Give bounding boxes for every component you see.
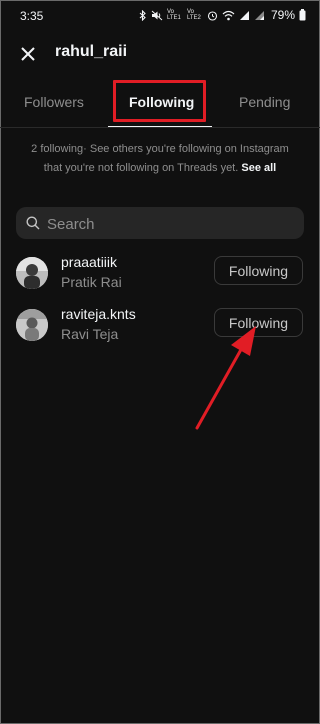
full-name: Pratik Rai [61,274,122,290]
status-icons: Vo LTE1 Vo LTE2 79% [139,8,306,22]
avatar-image [16,309,48,341]
bluetooth-icon [139,9,146,21]
annotation-highlight-box [113,80,206,122]
tab-pending[interactable]: Pending [239,94,290,110]
avatar-image [16,257,48,289]
header: rahul_raii [0,40,320,68]
lte1-indicator: Vo LTE1 [166,9,181,21]
following-button[interactable]: Following [214,308,303,337]
list-item[interactable]: raviteja.knts Ravi Teja Following [0,304,320,352]
search-icon [26,216,40,230]
following-info: 2 following· See others you're following… [30,140,290,178]
battery-icon [299,9,306,21]
battery-percent: 79% [270,8,295,22]
mute-icon [151,10,163,20]
wifi-icon [222,10,235,20]
see-all-link[interactable]: See all [241,162,276,174]
avatar[interactable] [16,257,48,289]
search-bar [16,207,304,241]
search-input[interactable] [45,207,289,241]
following-button[interactable]: Following [214,256,303,285]
status-bar: 3:35 Vo LTE1 Vo LTE2 79% [0,0,320,30]
close-icon[interactable] [18,44,38,64]
avatar[interactable] [16,309,48,341]
list-item[interactable]: praaatiiik Pratik Rai Following [0,252,320,300]
lte2-indicator: Vo LTE2 [186,9,201,21]
tabs-divider [0,127,320,128]
alarm-icon [207,10,218,21]
username[interactable]: praaatiiik [61,254,117,270]
clock: 3:35 [20,9,44,23]
full-name: Ravi Teja [61,326,119,342]
signal-icon [239,10,249,20]
signal-r-icon [254,10,264,20]
page-title: rahul_raii [55,43,128,60]
active-tab-indicator [108,126,212,127]
username[interactable]: raviteja.knts [61,306,136,322]
tab-followers[interactable]: Followers [24,94,84,110]
